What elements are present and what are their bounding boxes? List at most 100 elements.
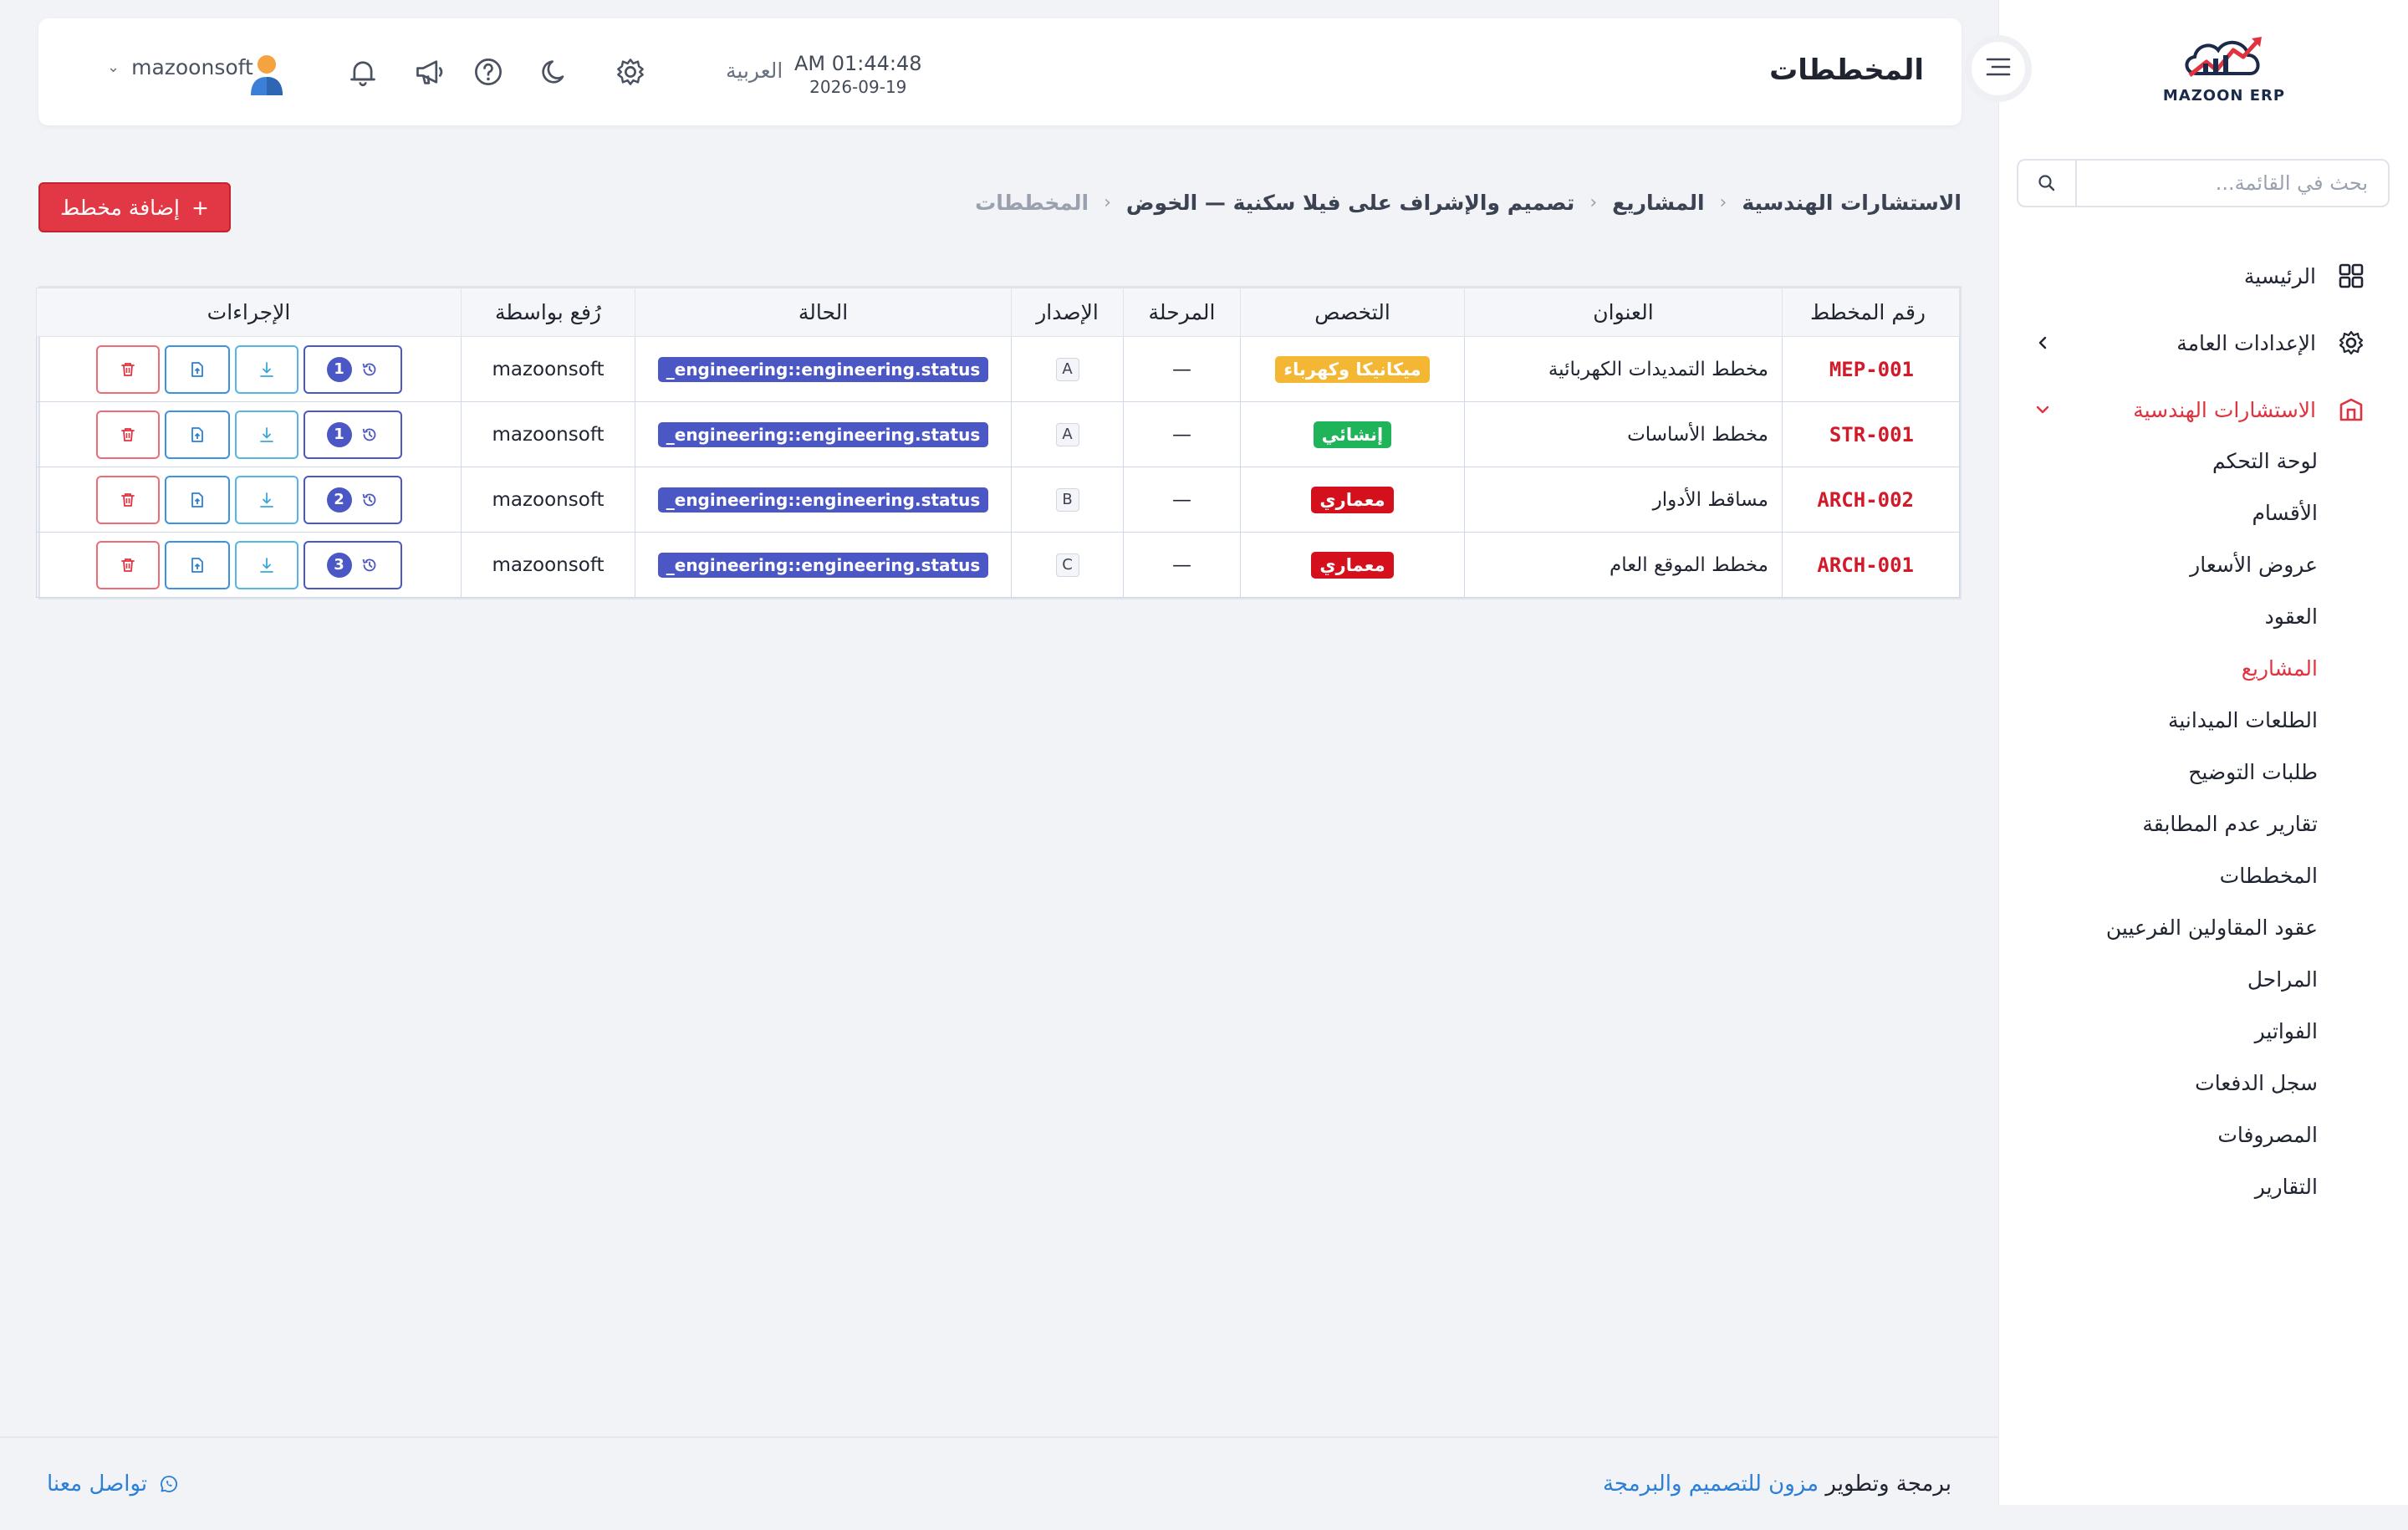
add-drawing-button[interactable]: + إضافة مخطط	[38, 182, 231, 232]
sidebar-subitem-payments[interactable]: سجل الدفعات	[1998, 1057, 2408, 1109]
drawing-number[interactable]: ARCH-001	[1782, 532, 1960, 598]
col-header-version[interactable]: الإصدار	[1011, 288, 1124, 337]
file-upload-icon	[191, 361, 203, 377]
col-header-phase[interactable]: المرحلة	[1123, 288, 1241, 337]
gear-icon[interactable]	[612, 54, 649, 90]
col-header-number[interactable]: رقم المخطط	[1782, 288, 1960, 337]
chevron-left-icon	[2032, 332, 2053, 354]
file-upload-icon	[191, 557, 203, 573]
drawing-number[interactable]: MEP-001	[1782, 336, 1960, 402]
trash-icon	[120, 427, 135, 441]
delete-button[interactable]	[95, 475, 160, 524]
version-badge: A	[1055, 358, 1079, 381]
drawings-table: رقم المخطط العنوان التخصص المرحلة الإصدا…	[36, 286, 1962, 599]
drawing-number[interactable]: STR-001	[1782, 401, 1960, 467]
version-cell: B	[1011, 467, 1124, 533]
download-button[interactable]	[234, 475, 298, 524]
language-switcher[interactable]: العربية	[726, 59, 783, 83]
user-menu[interactable]: ⌄ mazoonsoft	[107, 55, 253, 79]
credit-brand-link[interactable]: مزون للتصميم والبرمجة	[1603, 1471, 1819, 1497]
delete-button[interactable]	[95, 410, 160, 459]
add-drawing-label: إضافة مخطط	[60, 195, 180, 220]
status-badge: _engineering::engineering.status	[657, 421, 989, 447]
sidebar-subitem-projects[interactable]: المشاريع	[1998, 642, 2408, 694]
sidebar-toggle-button[interactable]	[1965, 35, 2032, 102]
revision-history-button[interactable]: 3	[303, 540, 402, 589]
sidebar-subitem-expenses[interactable]: المصروفات	[1998, 1109, 2408, 1160]
row-actions: 3	[37, 540, 461, 589]
sidebar-subitem-site-visits[interactable]: الطلعات الميدانية	[1998, 694, 2408, 746]
breadcrumb-item-current: المخططات	[975, 191, 1089, 215]
sidebar-subitem-ncr-reports[interactable]: تقارير عدم المطابقة	[1998, 798, 2408, 849]
col-header-status[interactable]: الحالة	[635, 288, 1012, 337]
upload-revision-button[interactable]	[164, 344, 230, 394]
footer-credit: برمجة وتطوير مزون للتصميم والبرمجة	[1603, 1471, 1951, 1497]
download-icon	[259, 492, 273, 507]
sidebar-subitem-invoices[interactable]: الفواتير	[1998, 1005, 2408, 1057]
chevron-down-icon: ⌄	[107, 59, 120, 76]
contact-us-link[interactable]: تواصل معنا	[47, 1471, 179, 1497]
moon-icon[interactable]	[537, 54, 574, 90]
sidebar-item-home[interactable]: الرئيسية	[1998, 242, 2408, 309]
sidebar-subitem-quotations[interactable]: عروض الأسعار	[1998, 538, 2408, 590]
sidebar-subitem-subcontracts[interactable]: عقود المقاولين الفرعيين	[1998, 901, 2408, 953]
revision-history-button[interactable]: 1	[303, 410, 402, 459]
upload-revision-button[interactable]	[164, 475, 230, 524]
table-row[interactable]: ARCH-002 مساقط الأدوار معماري — B _engin…	[36, 467, 1960, 533]
revision-history-button[interactable]: 1	[303, 344, 402, 394]
search-icon[interactable]	[2018, 161, 2077, 206]
breadcrumb-item-project[interactable]: تصميم والإشراف على فيلا سكنية — الخوض	[1126, 191, 1574, 215]
col-header-title[interactable]: العنوان	[1464, 288, 1783, 337]
breadcrumb-item-projects[interactable]: المشاريع	[1612, 191, 1704, 215]
table-row[interactable]: ARCH-001 مخطط الموقع العام معماري — C _e…	[36, 532, 1960, 598]
app-logo[interactable]: MAZOON ERP	[2153, 32, 2295, 115]
phase-cell: —	[1123, 336, 1241, 402]
download-button[interactable]	[234, 540, 298, 589]
grid-icon	[2336, 261, 2366, 291]
delete-button[interactable]	[95, 344, 160, 394]
logo-text: MAZOON ERP	[2162, 87, 2286, 105]
sidebar-item-label: الإعدادات العامة	[2176, 330, 2316, 355]
sidebar-search-input[interactable]	[2077, 161, 2388, 206]
col-header-discipline[interactable]: التخصص	[1240, 288, 1465, 337]
page-title: المخططات	[1769, 54, 1924, 87]
discipline-cell: ميكانيكا وكهرباء	[1240, 336, 1465, 402]
sidebar-item-engineering-consulting[interactable]: الاستشارات الهندسية	[1998, 376, 2408, 443]
revision-history-button[interactable]: 2	[303, 475, 402, 524]
sidebar-subitem-contracts[interactable]: العقود	[1998, 590, 2408, 642]
download-icon	[259, 426, 273, 442]
table-row[interactable]: MEP-001 مخطط التمديدات الكهربائية ميكاني…	[36, 336, 1960, 402]
col-header-uploaded-by[interactable]: رُفع بواسطة	[461, 288, 635, 337]
status-cell: _engineering::engineering.status	[635, 532, 1012, 598]
drawing-number[interactable]: ARCH-002	[1782, 467, 1960, 533]
drawing-title: مساقط الأدوار	[1464, 467, 1783, 533]
help-icon[interactable]	[470, 54, 507, 90]
megaphone-icon[interactable]	[411, 54, 448, 90]
chevron-left-icon: ‹	[1104, 192, 1111, 213]
table-row[interactable]: STR-001 مخطط الأساسات إنشائي — A _engine…	[36, 401, 1960, 467]
download-button[interactable]	[234, 344, 298, 394]
sidebar-subitem-drawings[interactable]: المخططات	[1998, 849, 2408, 901]
upload-revision-button[interactable]	[164, 410, 230, 459]
sidebar-subitem-dashboard[interactable]: لوحة التحكم	[1998, 435, 2408, 487]
table-header-row: رقم المخطط العنوان التخصص المرحلة الإصدا…	[36, 288, 1960, 337]
version-cell: A	[1011, 336, 1124, 402]
credit-prefix: برمجة وتطوير	[1825, 1471, 1951, 1497]
col-header-actions: الإجراءات	[36, 288, 462, 337]
sidebar-subitem-reports[interactable]: التقارير	[1998, 1160, 2408, 1212]
gear-icon	[2336, 328, 2366, 358]
sidebar-subitem-rfis[interactable]: طلبات التوضيح	[1998, 746, 2408, 798]
delete-button[interactable]	[95, 540, 160, 589]
breadcrumb-item-engineering[interactable]: الاستشارات الهندسية	[1742, 191, 1962, 215]
chevron-left-icon: ‹	[1589, 192, 1598, 213]
bell-icon[interactable]	[344, 54, 381, 90]
sidebar-subitem-phases[interactable]: المراحل	[1998, 953, 2408, 1005]
sidebar-sub-nav: لوحة التحكم الأقسام عروض الأسعار العقود …	[1998, 435, 2408, 1212]
download-button[interactable]	[234, 410, 298, 459]
upload-revision-button[interactable]	[164, 540, 230, 589]
sidebar-item-general-settings[interactable]: الإعدادات العامة	[1998, 309, 2408, 376]
plus-icon: +	[191, 195, 209, 220]
sidebar-subitem-departments[interactable]: الأقسام	[1998, 487, 2408, 538]
uploaded-by-cell: mazoonsoft	[461, 336, 635, 402]
sidebar-item-label: الرئيسية	[2243, 263, 2316, 288]
